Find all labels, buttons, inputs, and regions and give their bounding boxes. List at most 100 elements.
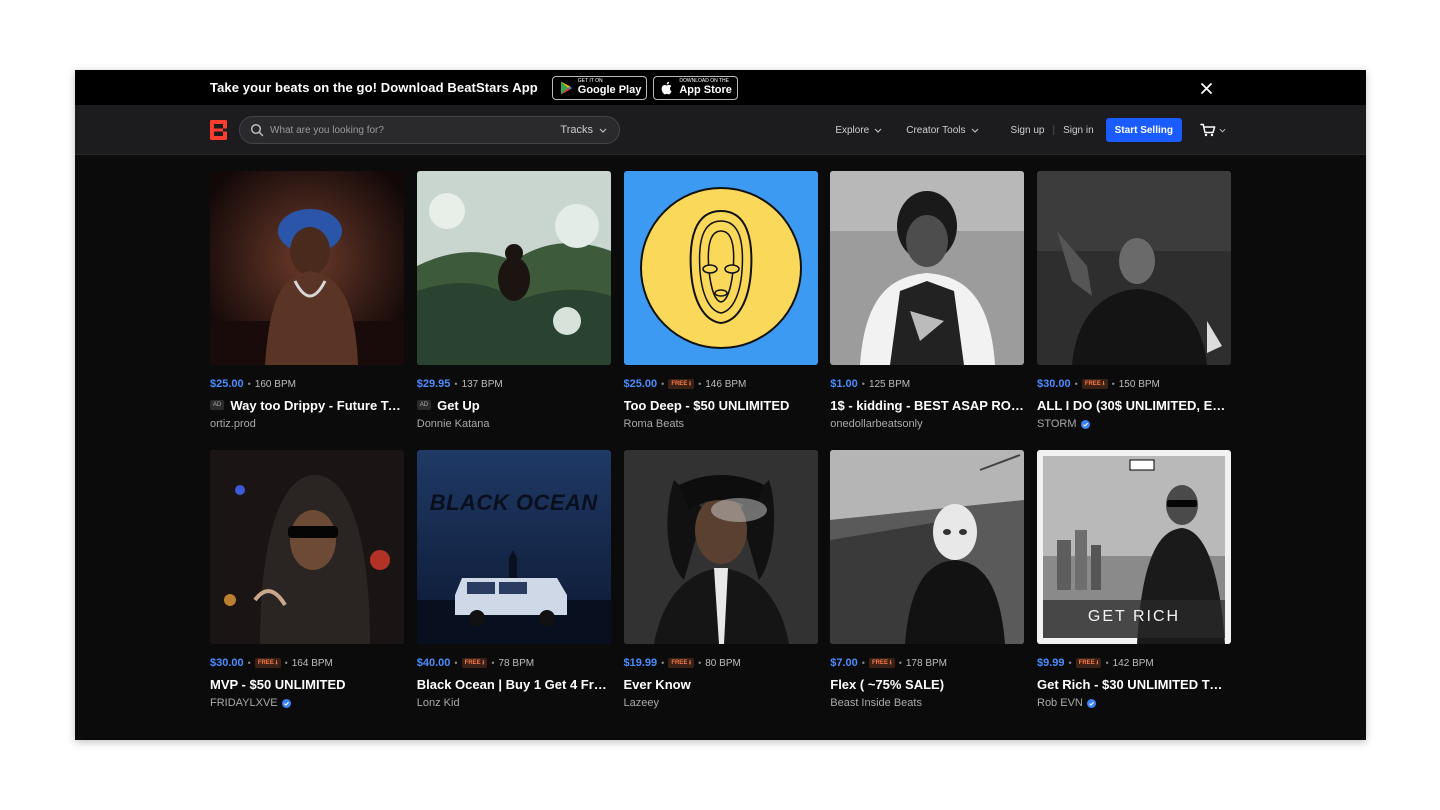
track-artist[interactable]: Beast Inside Beats <box>830 697 922 709</box>
track-price: $7.00 <box>830 657 858 669</box>
track-title[interactable]: Get Rich - $30 UNLIMITED TODAY <box>1037 677 1231 692</box>
track-bpm: 150 BPM <box>1118 378 1160 390</box>
track-artist[interactable]: Lazeey <box>624 697 659 709</box>
google-play-icon <box>560 81 572 94</box>
app-store-label: App Store <box>679 84 732 96</box>
track-artwork[interactable] <box>1037 171 1231 365</box>
track-title[interactable]: Get Up <box>437 398 480 413</box>
artwork-image <box>830 450 1025 644</box>
track-card[interactable]: $7.00 • FREE ⭳ • 178 BPM Flex ( ~75% SAL… <box>830 450 1025 709</box>
track-artwork[interactable] <box>623 450 818 644</box>
separator-dot: • <box>1111 379 1115 389</box>
track-artwork[interactable] <box>416 171 611 365</box>
track-title[interactable]: Ever Know <box>624 677 691 692</box>
track-artwork[interactable] <box>623 171 818 365</box>
track-artist[interactable]: Roma Beats <box>624 418 685 430</box>
track-card[interactable]: $25.00 • 160 BPM AD Way too Drippy - Fut… <box>210 171 404 430</box>
track-artwork[interactable] <box>210 171 404 365</box>
track-artist[interactable]: Rob EVN <box>1037 697 1083 709</box>
close-banner-button[interactable] <box>1196 78 1216 98</box>
track-artwork[interactable] <box>210 450 404 644</box>
track-bpm: 160 BPM <box>254 378 296 390</box>
track-card[interactable]: $1.00 • 125 BPM 1$ - kidding - BEST ASAP… <box>830 171 1025 430</box>
chevron-down-icon <box>599 128 607 133</box>
separator-dot: • <box>898 658 902 668</box>
separator-dot: • <box>454 658 458 668</box>
track-card[interactable]: BLACK OCEAN $40.00 • FREE ⭳ • 78 BPM Bla… <box>416 450 611 709</box>
artwork-image <box>416 450 611 644</box>
track-artwork[interactable] <box>830 450 1025 644</box>
explore-label: Explore <box>835 124 870 136</box>
chevron-down-icon <box>874 128 882 133</box>
creator-tools-menu[interactable]: Creator Tools <box>906 125 978 136</box>
track-title[interactable]: Flex ( ~75% SALE) <box>830 677 944 692</box>
sign-in-link[interactable]: Sign in <box>1063 125 1094 136</box>
track-bpm: 142 BPM <box>1112 657 1154 669</box>
track-price: $30.00 <box>1037 378 1071 390</box>
free-download-badge[interactable]: FREE ⭳ <box>1081 379 1108 389</box>
cart-button[interactable] <box>1200 123 1226 137</box>
google-play-label: Google Play <box>577 84 642 96</box>
track-title[interactable]: Black Ocean | Buy 1 Get 4 Free ... <box>417 677 611 692</box>
ad-badge: AD <box>210 400 225 410</box>
google-play-button[interactable]: GET IT ON Google Play <box>551 75 648 100</box>
track-bpm: 125 BPM <box>868 378 911 390</box>
separator-dot: • <box>661 379 665 389</box>
verified-icon <box>1080 419 1090 429</box>
track-price: $9.99 <box>1037 657 1065 669</box>
artwork-image <box>623 171 818 365</box>
track-card[interactable]: $29.95 • 137 BPM AD Get Up Donnie Katana <box>416 171 611 430</box>
artwork-image <box>210 450 404 644</box>
cart-icon <box>1200 123 1216 137</box>
free-download-badge[interactable]: FREE ⭳ <box>1075 658 1102 668</box>
track-artist[interactable]: FRIDAYLXVE <box>210 697 278 709</box>
track-title[interactable]: MVP - $50 UNLIMITED <box>210 677 346 692</box>
track-card[interactable]: GET RICH $9.99 • FREE ⭳ • 142 BPM Get Ri… <box>1037 450 1231 709</box>
separator-dot: • <box>454 379 458 389</box>
track-artwork[interactable] <box>830 171 1025 365</box>
separator-dot: • <box>284 658 288 668</box>
sign-up-link[interactable]: Sign up <box>1011 125 1045 136</box>
track-artist[interactable]: ortiz.prod <box>210 418 256 430</box>
nav-separator: | <box>1052 124 1056 136</box>
beatstars-logo[interactable] <box>210 120 227 140</box>
search-input[interactable] <box>270 124 561 136</box>
search-type-dropdown[interactable]: Tracks <box>560 124 607 136</box>
track-card[interactable]: $30.00 • FREE ⭳ • 164 BPM MVP - $50 UNLI… <box>210 450 404 709</box>
artwork-image <box>210 171 404 365</box>
track-artist[interactable]: onedollarbeatsonly <box>830 418 922 430</box>
separator-dot: • <box>1074 379 1078 389</box>
track-bpm: 146 BPM <box>705 378 747 390</box>
track-card[interactable]: $19.99 • FREE ⭳ • 80 BPM Ever Know Lazee… <box>623 450 818 709</box>
track-artist[interactable]: Donnie Katana <box>417 418 490 430</box>
free-download-badge[interactable]: FREE ⭳ <box>868 658 895 668</box>
track-title[interactable]: Way too Drippy - Future Ty... <box>230 398 404 413</box>
track-title[interactable]: Too Deep - $50 UNLIMITED <box>624 398 790 413</box>
free-download-badge[interactable]: FREE ⭳ <box>668 379 695 389</box>
track-artwork[interactable]: GET RICH <box>1037 450 1231 644</box>
app-store-button[interactable]: Download on the App Store <box>653 75 738 100</box>
start-selling-button[interactable]: Start Selling <box>1105 118 1182 142</box>
explore-menu[interactable]: Explore <box>835 125 882 136</box>
free-download-badge[interactable]: FREE ⭳ <box>668 658 695 668</box>
free-download-badge[interactable]: FREE ⭳ <box>461 658 488 668</box>
separator-dot: • <box>1105 658 1109 668</box>
track-card[interactable]: $25.00 • FREE ⭳ • 146 BPM Too Deep - $50… <box>623 171 818 430</box>
track-title[interactable]: ALL I DO (30$ UNLIMITED, EXPIRI... <box>1037 398 1231 413</box>
chevron-down-icon <box>971 128 978 133</box>
track-artist[interactable]: Lonz Kid <box>417 697 460 709</box>
artwork-image <box>1037 171 1231 365</box>
track-artwork[interactable]: BLACK OCEAN <box>416 450 611 644</box>
track-title[interactable]: 1$ - kidding - BEST ASAP ROCK... <box>830 398 1024 413</box>
separator-dot: • <box>861 658 865 668</box>
separator-dot: • <box>1068 658 1072 668</box>
track-price: $30.00 <box>210 657 244 669</box>
browser-page: Take your beats on the go! Download Beat… <box>75 70 1366 740</box>
search-icon <box>250 123 264 137</box>
track-bpm: 178 BPM <box>905 657 948 669</box>
track-artist[interactable]: STORM <box>1037 418 1077 430</box>
track-card[interactable]: $30.00 • FREE ⭳ • 150 BPM ALL I DO (30$ … <box>1037 171 1231 430</box>
free-download-badge[interactable]: FREE ⭳ <box>254 658 281 668</box>
track-bpm: 78 BPM <box>498 657 535 669</box>
banner-text: Take your beats on the go! Download Beat… <box>210 80 538 95</box>
